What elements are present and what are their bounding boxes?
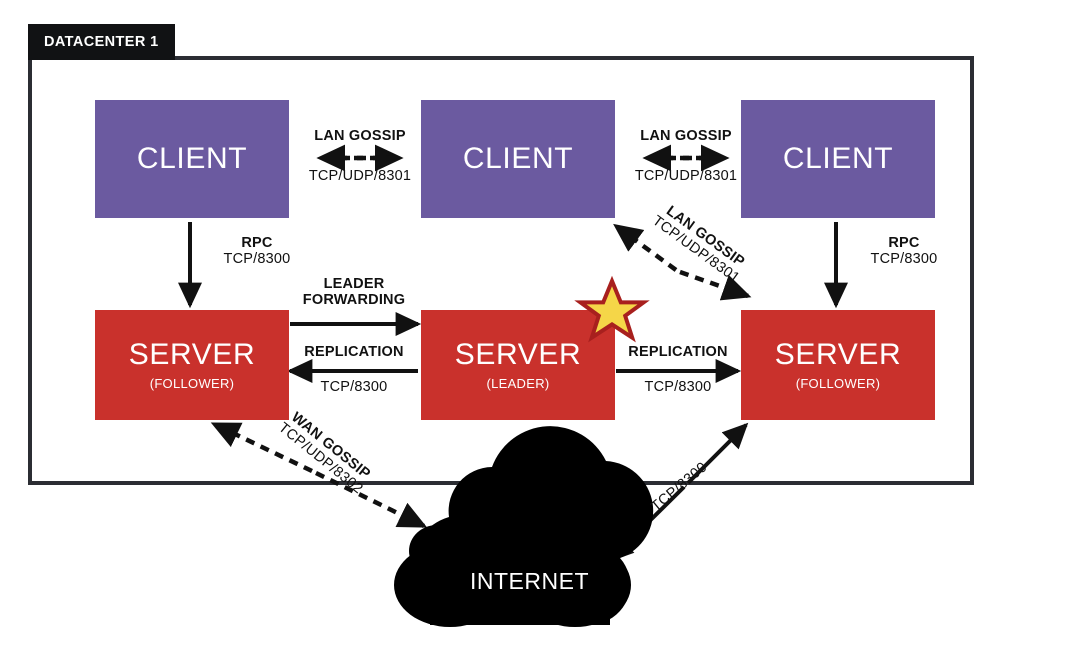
label-lan-gossip-left: LAN GOSSIP TCP/UDP/8301 [298,128,422,184]
label-replication-right: REPLICATION TCP/8300 [606,344,750,395]
label-rpc-right: RPC TCP/8300 [852,235,956,267]
node-client-center[interactable]: CLIENT [421,100,615,218]
label-leader-forwarding-line2: FORWARDING [302,292,406,309]
node-server-left-role: (FOLLOWER) [149,375,235,391]
datacenter-label-text: DATACENTER 1 [44,34,159,50]
label-lan-gossip-left-port: TCP/UDP/8301 [308,168,412,185]
node-client-left[interactable]: CLIENT [95,100,289,218]
node-server-right-label: SERVER [774,337,902,371]
label-rpc-left-title: RPC [241,235,273,251]
node-client-right[interactable]: CLIENT [741,100,935,218]
label-lan-gossip-right: LAN GOSSIP TCP/UDP/8301 [624,128,748,184]
label-replication-right-port: TCP/8300 [644,379,712,396]
node-server-center-role: (LEADER) [486,375,550,391]
internet-label: INTERNET [470,568,589,594]
label-lan-gossip-right-port: TCP/UDP/8301 [634,168,738,185]
node-server-right[interactable]: SERVER (FOLLOWER) [741,310,935,420]
label-rpc-left: RPC TCP/8300 [205,235,309,267]
label-replication-right-title: REPLICATION [628,344,728,360]
node-server-left-label: SERVER [128,337,256,371]
node-server-center[interactable]: SERVER (LEADER) [421,310,615,420]
diagram-canvas: DATACENTER 1 CLIENT CLIENT CLIENT SERVER… [0,0,1080,646]
label-replication-left-title: REPLICATION [304,344,404,360]
node-client-center-label: CLIENT [462,142,574,175]
node-client-right-label: CLIENT [782,142,894,175]
node-server-center-label: SERVER [454,337,582,371]
label-rpc-left-port: TCP/8300 [223,251,291,268]
label-replication-left: REPLICATION TCP/8300 [282,344,426,395]
label-lan-gossip-left-title: LAN GOSSIP [314,128,406,144]
label-replication-left-port: TCP/8300 [320,379,388,396]
node-client-left-label: CLIENT [136,142,248,175]
label-leader-forwarding: LEADER FORWARDING [282,276,426,308]
label-leader-forwarding-line1: LEADER [323,276,385,292]
node-server-left[interactable]: SERVER (FOLLOWER) [95,310,289,420]
label-rpc-right-port: TCP/8300 [870,251,938,268]
datacenter-label: DATACENTER 1 [28,24,175,60]
node-server-right-role: (FOLLOWER) [795,375,881,391]
label-lan-gossip-right-title: LAN GOSSIP [640,128,732,144]
label-rpc-right-title: RPC [888,235,920,251]
